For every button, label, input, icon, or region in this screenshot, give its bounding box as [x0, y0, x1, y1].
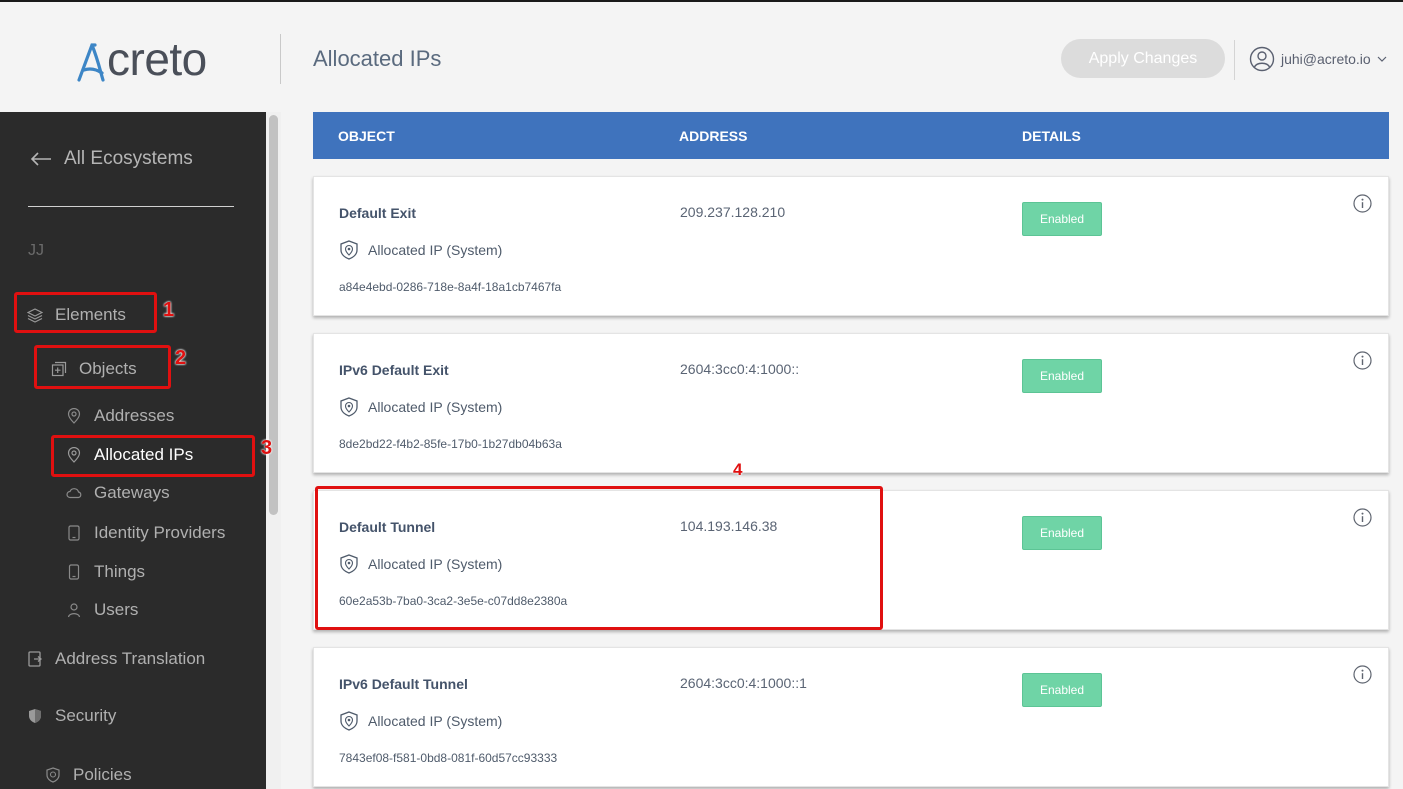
sidebar-item-label: Gateways — [94, 483, 170, 502]
annotation-number-4: 4 — [733, 460, 743, 479]
object-type: Allocated IP (System) — [339, 711, 502, 731]
sidebar-item-label: Addresses — [94, 406, 175, 425]
column-header-object[interactable]: OBJECT — [338, 128, 395, 144]
info-icon[interactable] — [1353, 508, 1372, 527]
allocated-ip-icon — [340, 397, 358, 417]
allocated-ip-icon — [340, 240, 358, 260]
info-icon[interactable] — [1353, 665, 1372, 684]
user-menu[interactable]: juhi@acreto.io — [1249, 46, 1387, 72]
sidebar-separator — [28, 206, 234, 207]
location-pin-icon — [67, 408, 81, 424]
info-icon[interactable] — [1353, 194, 1372, 213]
sidebar-item-label: Things — [94, 562, 146, 581]
acreto-logo[interactable]: creto — [76, 36, 207, 82]
object-name[interactable]: IPv6 Default Tunnel — [339, 676, 468, 692]
header-divider-right — [1234, 40, 1235, 80]
tablet-icon — [68, 525, 80, 541]
user-icon — [67, 603, 81, 618]
object-type-label: Allocated IP (System) — [368, 242, 503, 258]
sidebar-item-security[interactable]: Security — [27, 706, 116, 726]
object-name[interactable]: IPv6 Default Exit — [339, 362, 449, 378]
object-address: 209.237.128.210 — [680, 204, 786, 220]
object-type-label: Allocated IP (System) — [368, 399, 503, 415]
top-header: creto Allocated IPs Apply Changes juhi@a… — [0, 0, 1403, 112]
annotation-number-3: 3 — [261, 437, 273, 459]
acreto-a-logo-icon — [77, 43, 105, 82]
chevron-down-icon — [1377, 56, 1387, 62]
sidebar-item-label: Address Translation — [55, 649, 206, 668]
object-id: 8de2bd22-f4b2-85fe-17b0-1b27db04b63a — [339, 437, 562, 451]
sidebar-item-identity-providers[interactable]: Identity Providers — [66, 523, 225, 543]
info-icon[interactable] — [1353, 351, 1372, 370]
column-header-details[interactable]: DETAILS — [1022, 128, 1081, 144]
table-row[interactable]: IPv6 Default Exit Allocated IP (System) … — [313, 333, 1389, 473]
arrow-left-icon — [30, 152, 51, 166]
header-divider — [280, 34, 281, 84]
back-label: All Ecosystems — [64, 148, 193, 169]
sidebar-item-policies[interactable]: Policies — [45, 765, 132, 785]
sidebar-item-label: Users — [94, 600, 139, 619]
sidebar-item-address-translation[interactable]: Address Translation — [27, 649, 205, 669]
table-row[interactable]: Default Exit Allocated IP (System) a84e4… — [313, 176, 1389, 316]
ecosystem-name: JJ — [28, 242, 44, 259]
status-badge: Enabled — [1022, 673, 1102, 707]
sidebar-item-label: Security — [55, 706, 117, 725]
object-address: 2604:3cc0:4:1000::1 — [680, 675, 807, 691]
policy-shield-icon — [46, 767, 60, 783]
logo-text: creto — [107, 33, 207, 85]
object-address: 2604:3cc0:4:1000:: — [680, 361, 800, 377]
table-row[interactable]: IPv6 Default Tunnel Allocated IP (System… — [313, 647, 1389, 787]
back-to-all-ecosystems[interactable]: All Ecosystems — [30, 148, 193, 170]
object-id: a84e4ebd-0286-718e-8a4f-18a1cb7467fa — [339, 280, 562, 294]
sidebar-item-label: Policies — [73, 765, 132, 784]
sidebar-item-things[interactable]: Things — [66, 562, 145, 582]
object-type-label: Allocated IP (System) — [368, 713, 503, 729]
annotation-box-4 — [315, 486, 883, 630]
annotation-box-2 — [34, 345, 171, 389]
status-badge: Enabled — [1022, 516, 1102, 550]
cloud-icon — [66, 488, 82, 499]
status-badge: Enabled — [1022, 202, 1102, 236]
phone-icon — [68, 564, 80, 580]
sidebar-item-label: Identity Providers — [94, 523, 226, 542]
allocated-ip-icon — [340, 711, 358, 731]
status-badge: Enabled — [1022, 359, 1102, 393]
table-header: OBJECT ADDRESS DETAILS — [313, 112, 1389, 159]
annotation-box-1 — [14, 292, 157, 333]
sidebar-item-addresses[interactable]: Addresses — [66, 406, 174, 426]
object-type: Allocated IP (System) — [339, 240, 502, 260]
sidebar-item-users[interactable]: Users — [66, 600, 138, 620]
annotation-number-2: 2 — [175, 347, 187, 369]
user-email: juhi@acreto.io — [1281, 51, 1371, 67]
apply-changes-button[interactable]: Apply Changes — [1061, 39, 1225, 78]
annotation-number-1: 1 — [163, 299, 175, 321]
user-avatar-icon — [1249, 46, 1275, 72]
annotation-box-3 — [51, 435, 255, 477]
sidebar-item-gateways[interactable]: Gateways — [66, 483, 170, 503]
nat-icon — [28, 651, 43, 667]
shield-icon — [29, 709, 41, 723]
object-id: 7843ef08-f581-0bd8-081f-60d57cc93333 — [339, 751, 558, 765]
page-title: Allocated IPs — [313, 46, 442, 71]
object-type: Allocated IP (System) — [339, 397, 502, 417]
object-name[interactable]: Default Exit — [339, 205, 416, 221]
column-header-address[interactable]: ADDRESS — [679, 128, 747, 144]
